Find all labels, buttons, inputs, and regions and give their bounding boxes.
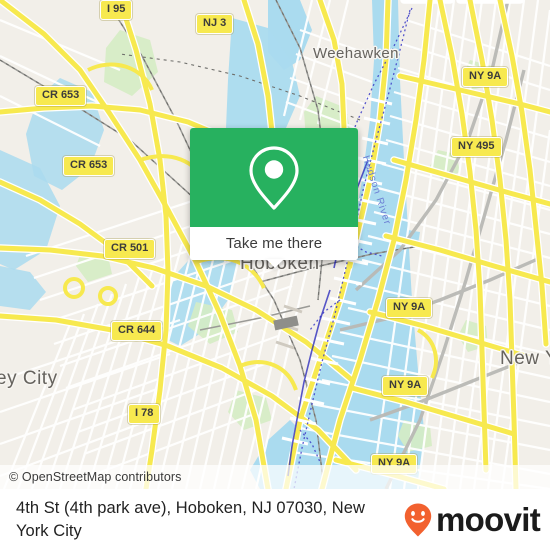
- moovit-logo[interactable]: moovit: [403, 502, 550, 538]
- result-footer: 4th St (4th park ave), Hoboken, NJ 07030…: [0, 489, 550, 550]
- moovit-wordmark: moovit: [436, 501, 541, 538]
- address-title: 4th St (4th park ave), Hoboken, NJ 07030…: [16, 499, 365, 540]
- popup-pointer: [266, 259, 284, 268]
- map-result-page: Weehawken Hoboken ey City New Y Hudson R…: [0, 0, 550, 550]
- popup-header: [190, 128, 358, 227]
- map-canvas[interactable]: Weehawken Hoboken ey City New Y Hudson R…: [0, 0, 550, 489]
- moovit-pin-smile-icon: [404, 503, 432, 536]
- map-pin-icon: [249, 145, 299, 210]
- take-me-there-button[interactable]: Take me there: [226, 235, 322, 252]
- openstreetmap-attribution[interactable]: © OpenStreetMap contributors: [0, 470, 182, 484]
- location-popup-card[interactable]: Take me there: [190, 128, 358, 260]
- popup-footer[interactable]: Take me there: [190, 227, 358, 260]
- map-attribution-bar: © OpenStreetMap contributors: [0, 465, 550, 489]
